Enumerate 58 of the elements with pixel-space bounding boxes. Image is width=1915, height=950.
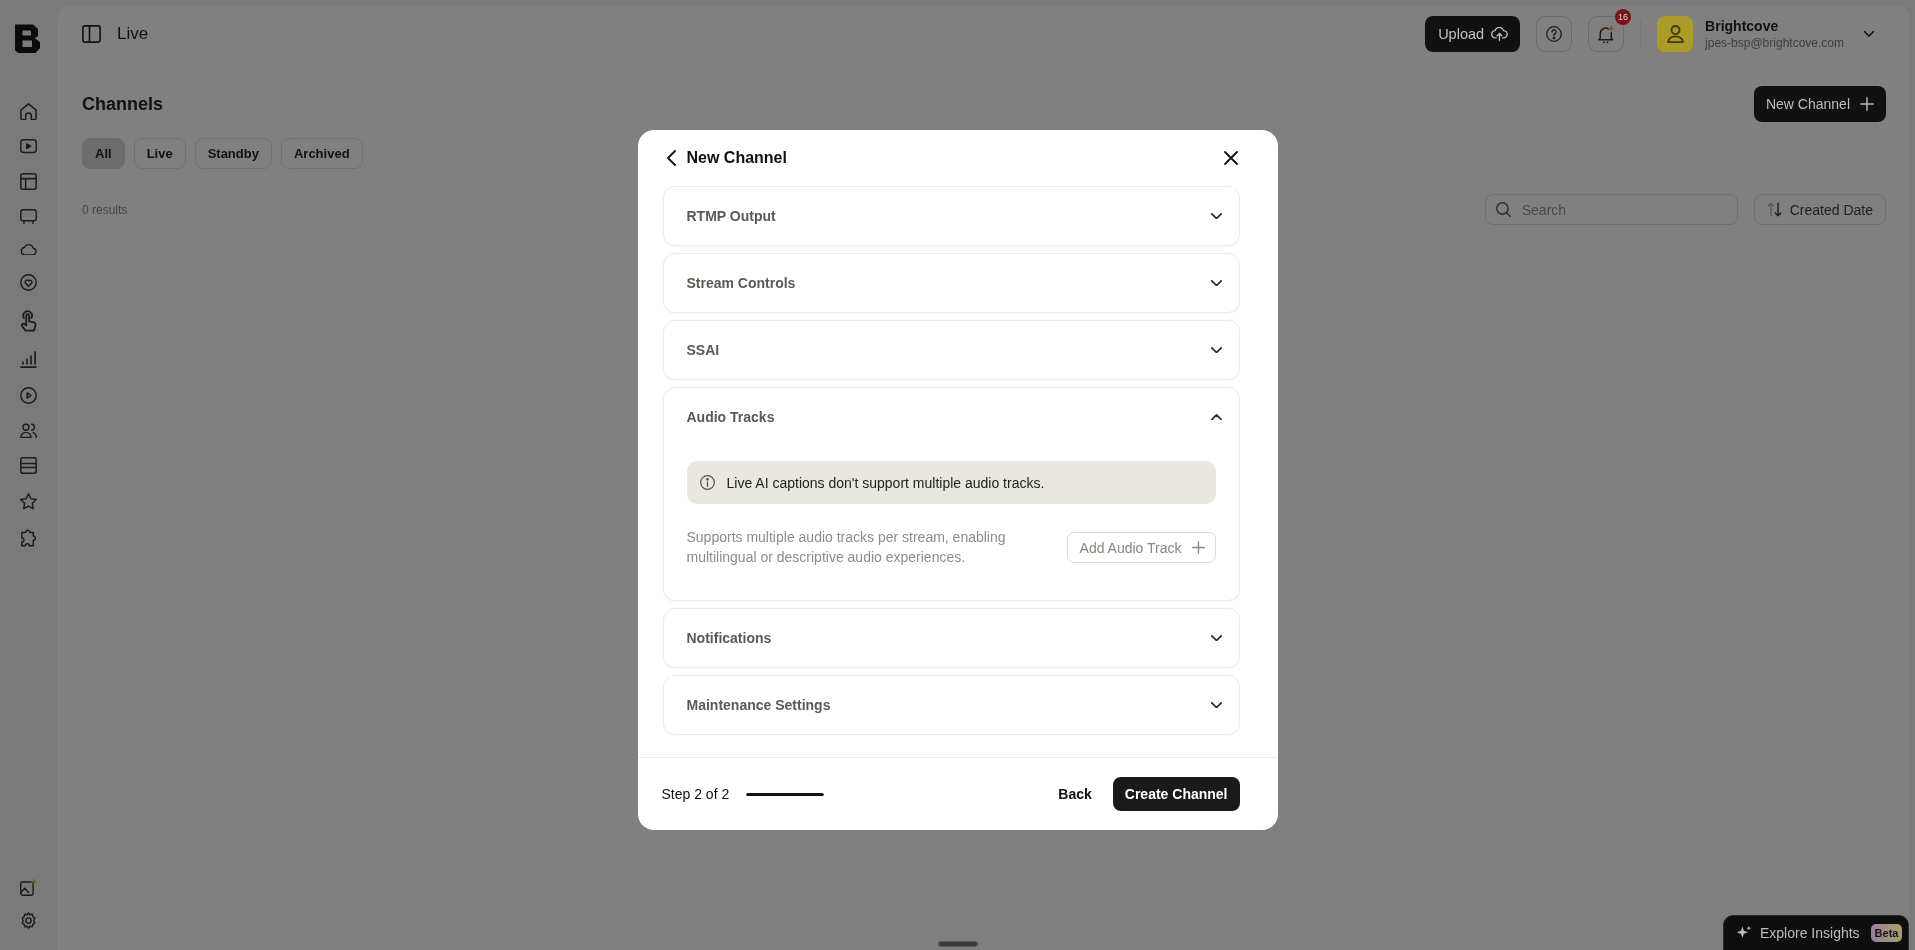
help-icon: [1546, 26, 1563, 42]
chevron-left-icon[interactable]: [666, 150, 676, 166]
accordion-header[interactable]: RTMP Output: [663, 187, 1239, 245]
touch-icon[interactable]: [20, 310, 37, 333]
filter-tab[interactable]: Archived: [280, 138, 363, 169]
tv-icon[interactable]: [20, 208, 37, 224]
notice-text: Live AI captions don't support multiple audio tracks.: [726, 474, 1045, 491]
help-button[interactable]: [1536, 16, 1573, 52]
account-email: jpes-bsp@brightcove.com: [1705, 36, 1844, 50]
play-circle-icon[interactable]: [20, 387, 37, 405]
result-count: 0 results: [82, 202, 128, 217]
video-icon[interactable]: [20, 139, 37, 154]
create-channel-button[interactable]: Create Channel: [1112, 777, 1240, 811]
accordion-header[interactable]: Notifications: [663, 609, 1239, 667]
home-icon[interactable]: [20, 103, 37, 121]
explore-insights-button[interactable]: Explore Insights Beta: [1723, 915, 1910, 950]
accordion-header[interactable]: Audio Tracks: [663, 388, 1239, 446]
sort-icon: [1766, 202, 1782, 217]
accordion-header[interactable]: Stream Controls: [663, 254, 1239, 312]
new-channel-button[interactable]: New Channel: [1753, 86, 1886, 122]
filter-tab[interactable]: All: [82, 138, 125, 169]
accordion-header[interactable]: Maintenance Settings: [663, 676, 1239, 734]
close-icon[interactable]: [1223, 151, 1238, 165]
bar-chart-icon[interactable]: [20, 351, 37, 369]
layout-icon[interactable]: [20, 172, 37, 190]
logo-icon[interactable]: [15, 22, 42, 53]
accordion-header[interactable]: SSAI: [663, 321, 1239, 379]
puzzle-icon[interactable]: [20, 528, 37, 547]
section-title: Live: [117, 24, 149, 44]
account-name: Brightcove: [1705, 18, 1780, 34]
notification-badge: 16: [1615, 9, 1632, 25]
plus-icon: [1860, 97, 1874, 111]
sort-button[interactable]: Created Date: [1753, 194, 1886, 225]
avatar-icon[interactable]: [1657, 16, 1694, 52]
sidebar-toggle-icon[interactable]: [82, 25, 101, 43]
drag-handle[interactable]: [938, 941, 978, 947]
filter-tab[interactable]: Standby: [194, 138, 272, 169]
back-button[interactable]: Back: [1048, 778, 1102, 810]
settings-icon[interactable]: [20, 912, 37, 929]
cloud-icon[interactable]: [20, 242, 37, 256]
archive-icon[interactable]: [20, 457, 37, 475]
page-title: Channels: [82, 93, 164, 115]
users-icon[interactable]: [20, 423, 37, 439]
dialog-title: New Channel: [686, 149, 787, 167]
cloud-upload-icon: [1491, 26, 1509, 42]
description-text: Supports multiple audio tracks per stream, enabling multilingual or descriptive audio experiences.: [686, 528, 1007, 567]
bell-icon: [1598, 24, 1615, 44]
beta-badge: Beta: [1870, 924, 1903, 942]
image-sparkle-icon[interactable]: [20, 879, 37, 896]
chevron-down-icon[interactable]: [1864, 31, 1874, 37]
plus-icon: [1191, 541, 1205, 554]
star-icon[interactable]: [20, 493, 37, 510]
upload-button[interactable]: Upload: [1425, 16, 1521, 52]
search-icon: [1495, 202, 1511, 217]
filter-tab[interactable]: Live: [133, 138, 186, 169]
add-audio-track-button[interactable]: Add Audio Track: [1066, 532, 1216, 563]
step-label: Step 2 of 2: [661, 786, 730, 802]
info-icon: [699, 475, 715, 490]
